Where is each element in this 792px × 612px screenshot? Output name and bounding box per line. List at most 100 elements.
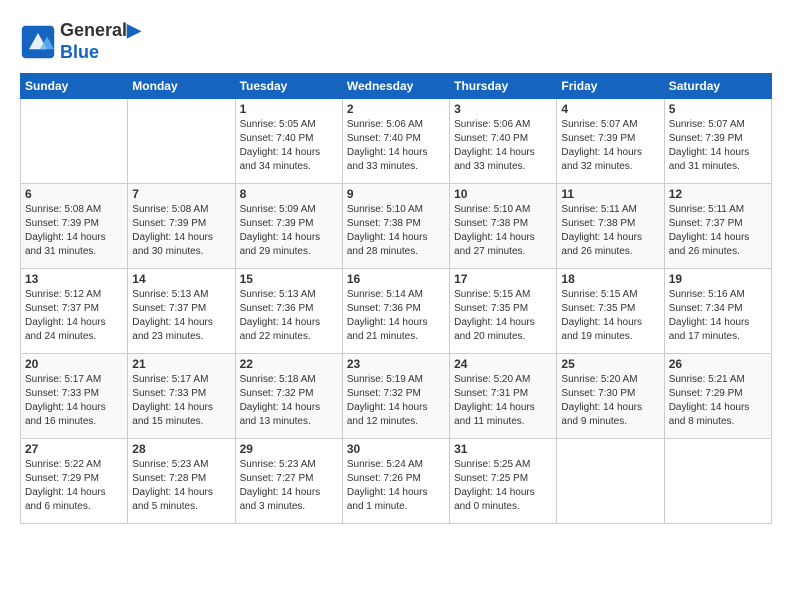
day-cell: 5 Sunrise: 5:07 AM Sunset: 7:39 PM Daylig… xyxy=(664,99,771,184)
day-info: Sunrise: 5:08 AM Sunset: 7:39 PM Dayligh… xyxy=(25,203,123,259)
day-info: Sunrise: 5:17 AM Sunset: 7:33 PM Dayligh… xyxy=(132,373,230,429)
day-number: 18 xyxy=(561,272,659,286)
day-info: Sunrise: 5:15 AM Sunset: 7:35 PM Dayligh… xyxy=(561,288,659,344)
day-cell xyxy=(21,99,128,184)
day-number: 19 xyxy=(669,272,767,286)
day-number: 22 xyxy=(240,357,338,371)
day-info: Sunrise: 5:20 AM Sunset: 7:30 PM Dayligh… xyxy=(561,373,659,429)
day-cell: 29 Sunrise: 5:23 AM Sunset: 7:27 PM Dayli… xyxy=(235,439,342,524)
day-info: Sunrise: 5:08 AM Sunset: 7:39 PM Dayligh… xyxy=(132,203,230,259)
day-cell: 18 Sunrise: 5:15 AM Sunset: 7:35 PM Dayli… xyxy=(557,269,664,354)
day-cell: 25 Sunrise: 5:20 AM Sunset: 7:30 PM Dayli… xyxy=(557,354,664,439)
day-number: 27 xyxy=(25,442,123,456)
day-info: Sunrise: 5:11 AM Sunset: 7:38 PM Dayligh… xyxy=(561,203,659,259)
week-row-1: 1 Sunrise: 5:05 AM Sunset: 7:40 PM Daylig… xyxy=(21,99,772,184)
day-info: Sunrise: 5:12 AM Sunset: 7:37 PM Dayligh… xyxy=(25,288,123,344)
day-number: 3 xyxy=(454,102,552,116)
calendar-header: SundayMondayTuesdayWednesdayThursdayFrid… xyxy=(21,74,772,99)
day-info: Sunrise: 5:25 AM Sunset: 7:25 PM Dayligh… xyxy=(454,458,552,514)
week-row-5: 27Sunrise: 5:22 AM Sunset: 7:29 PM Dayli… xyxy=(21,439,772,524)
calendar-table: SundayMondayTuesdayWednesdayThursdayFrid… xyxy=(20,73,772,524)
day-number: 13 xyxy=(25,272,123,286)
day-info: Sunrise: 5:07 AM Sunset: 7:39 PM Dayligh… xyxy=(669,118,767,174)
day-cell: 26Sunrise: 5:21 AM Sunset: 7:29 PM Dayli… xyxy=(664,354,771,439)
day-cell: 21 Sunrise: 5:17 AM Sunset: 7:33 PM Dayli… xyxy=(128,354,235,439)
day-number: 2 xyxy=(347,102,445,116)
calendar-body: 1 Sunrise: 5:05 AM Sunset: 7:40 PM Daylig… xyxy=(21,99,772,524)
day-info: Sunrise: 5:21 AM Sunset: 7:29 PM Dayligh… xyxy=(669,373,767,429)
day-info: Sunrise: 5:23 AM Sunset: 7:27 PM Dayligh… xyxy=(240,458,338,514)
week-row-4: 20 Sunrise: 5:17 AM Sunset: 7:33 PM Dayli… xyxy=(21,354,772,439)
day-number: 25 xyxy=(561,357,659,371)
day-number: 30 xyxy=(347,442,445,456)
day-cell: 30 Sunrise: 5:24 AM Sunset: 7:26 PM Dayli… xyxy=(342,439,449,524)
day-cell: 14 Sunrise: 5:13 AM Sunset: 7:37 PM Dayli… xyxy=(128,269,235,354)
day-number: 7 xyxy=(132,187,230,201)
day-info: Sunrise: 5:11 AM Sunset: 7:37 PM Dayligh… xyxy=(669,203,767,259)
day-number: 21 xyxy=(132,357,230,371)
day-cell: 8Sunrise: 5:09 AM Sunset: 7:39 PM Daylig… xyxy=(235,184,342,269)
day-cell xyxy=(557,439,664,524)
page-header: General▶ Blue xyxy=(20,20,772,63)
day-cell: 17Sunrise: 5:15 AM Sunset: 7:35 PM Dayli… xyxy=(450,269,557,354)
day-number: 10 xyxy=(454,187,552,201)
day-info: Sunrise: 5:10 AM Sunset: 7:38 PM Dayligh… xyxy=(454,203,552,259)
day-info: Sunrise: 5:06 AM Sunset: 7:40 PM Dayligh… xyxy=(454,118,552,174)
week-row-2: 6 Sunrise: 5:08 AM Sunset: 7:39 PM Daylig… xyxy=(21,184,772,269)
day-info: Sunrise: 5:19 AM Sunset: 7:32 PM Dayligh… xyxy=(347,373,445,429)
header-cell-tuesday: Tuesday xyxy=(235,74,342,99)
day-info: Sunrise: 5:10 AM Sunset: 7:38 PM Dayligh… xyxy=(347,203,445,259)
day-number: 28 xyxy=(132,442,230,456)
day-info: Sunrise: 5:06 AM Sunset: 7:40 PM Dayligh… xyxy=(347,118,445,174)
day-info: Sunrise: 5:20 AM Sunset: 7:31 PM Dayligh… xyxy=(454,373,552,429)
day-cell: 12Sunrise: 5:11 AM Sunset: 7:37 PM Dayli… xyxy=(664,184,771,269)
day-number: 9 xyxy=(347,187,445,201)
day-number: 14 xyxy=(132,272,230,286)
day-cell: 4Sunrise: 5:07 AM Sunset: 7:39 PM Daylig… xyxy=(557,99,664,184)
day-info: Sunrise: 5:13 AM Sunset: 7:37 PM Dayligh… xyxy=(132,288,230,344)
day-info: Sunrise: 5:14 AM Sunset: 7:36 PM Dayligh… xyxy=(347,288,445,344)
day-cell: 16 Sunrise: 5:14 AM Sunset: 7:36 PM Dayli… xyxy=(342,269,449,354)
day-cell: 10 Sunrise: 5:10 AM Sunset: 7:38 PM Dayli… xyxy=(450,184,557,269)
day-info: Sunrise: 5:24 AM Sunset: 7:26 PM Dayligh… xyxy=(347,458,445,514)
day-cell: 31 Sunrise: 5:25 AM Sunset: 7:25 PM Dayli… xyxy=(450,439,557,524)
day-info: Sunrise: 5:23 AM Sunset: 7:28 PM Dayligh… xyxy=(132,458,230,514)
day-cell: 23 Sunrise: 5:19 AM Sunset: 7:32 PM Dayli… xyxy=(342,354,449,439)
day-cell: 6 Sunrise: 5:08 AM Sunset: 7:39 PM Daylig… xyxy=(21,184,128,269)
header-cell-friday: Friday xyxy=(557,74,664,99)
day-cell: 11 Sunrise: 5:11 AM Sunset: 7:38 PM Dayli… xyxy=(557,184,664,269)
day-info: Sunrise: 5:16 AM Sunset: 7:34 PM Dayligh… xyxy=(669,288,767,344)
day-cell: 28 Sunrise: 5:23 AM Sunset: 7:28 PM Dayli… xyxy=(128,439,235,524)
day-cell: 7 Sunrise: 5:08 AM Sunset: 7:39 PM Daylig… xyxy=(128,184,235,269)
day-cell: 2 Sunrise: 5:06 AM Sunset: 7:40 PM Daylig… xyxy=(342,99,449,184)
day-info: Sunrise: 5:05 AM Sunset: 7:40 PM Dayligh… xyxy=(240,118,338,174)
logo-text: General▶ Blue xyxy=(60,20,141,63)
day-info: Sunrise: 5:15 AM Sunset: 7:35 PM Dayligh… xyxy=(454,288,552,344)
day-number: 6 xyxy=(25,187,123,201)
header-cell-saturday: Saturday xyxy=(664,74,771,99)
day-number: 5 xyxy=(669,102,767,116)
day-cell: 9 Sunrise: 5:10 AM Sunset: 7:38 PM Daylig… xyxy=(342,184,449,269)
day-cell: 13 Sunrise: 5:12 AM Sunset: 7:37 PM Dayli… xyxy=(21,269,128,354)
day-number: 4 xyxy=(561,102,659,116)
day-cell: 15Sunrise: 5:13 AM Sunset: 7:36 PM Dayli… xyxy=(235,269,342,354)
day-number: 23 xyxy=(347,357,445,371)
day-number: 11 xyxy=(561,187,659,201)
day-cell: 19 Sunrise: 5:16 AM Sunset: 7:34 PM Dayli… xyxy=(664,269,771,354)
day-cell: 22 Sunrise: 5:18 AM Sunset: 7:32 PM Dayli… xyxy=(235,354,342,439)
day-number: 29 xyxy=(240,442,338,456)
header-cell-monday: Monday xyxy=(128,74,235,99)
day-number: 20 xyxy=(25,357,123,371)
day-cell: 3 Sunrise: 5:06 AM Sunset: 7:40 PM Daylig… xyxy=(450,99,557,184)
day-number: 16 xyxy=(347,272,445,286)
day-number: 15 xyxy=(240,272,338,286)
day-number: 31 xyxy=(454,442,552,456)
day-info: Sunrise: 5:17 AM Sunset: 7:33 PM Dayligh… xyxy=(25,373,123,429)
day-number: 24 xyxy=(454,357,552,371)
day-number: 1 xyxy=(240,102,338,116)
day-cell: 20 Sunrise: 5:17 AM Sunset: 7:33 PM Dayli… xyxy=(21,354,128,439)
logo-icon xyxy=(20,24,56,60)
day-info: Sunrise: 5:18 AM Sunset: 7:32 PM Dayligh… xyxy=(240,373,338,429)
logo: General▶ Blue xyxy=(20,20,141,63)
day-cell xyxy=(128,99,235,184)
